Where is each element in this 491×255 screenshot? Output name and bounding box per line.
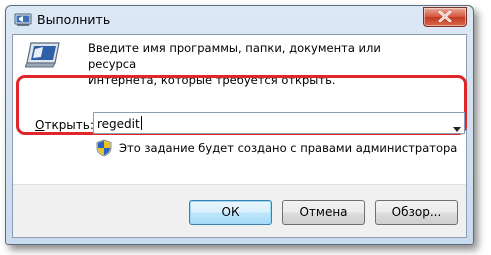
open-input[interactable]: regedit (97, 116, 142, 131)
cancel-button[interactable]: Отмена (282, 200, 365, 225)
window-title: Выполнить (37, 12, 111, 27)
close-button[interactable] (423, 7, 467, 27)
close-icon (438, 11, 452, 22)
open-label-rest: ткрыть: (44, 118, 94, 132)
browse-button[interactable]: Обзор... (375, 200, 458, 225)
text-caret (140, 116, 142, 130)
open-label: Открыть: (35, 118, 94, 132)
open-combobox[interactable]: regedit (93, 112, 465, 134)
ok-button[interactable]: ОК (189, 200, 272, 225)
run-dialog: Выполнить Введите имя программы, папки, … (5, 5, 474, 245)
description-line-1: Введите имя программы, папки, документа … (88, 41, 381, 71)
admin-note: Это задание будет создано с правами адми… (119, 141, 458, 155)
uac-shield-icon (96, 139, 112, 160)
chevron-down-icon[interactable] (453, 121, 461, 135)
run-icon (24, 39, 63, 74)
open-input-value: regedit (97, 117, 140, 131)
title-bar[interactable]: Выполнить (6, 6, 473, 34)
run-icon (14, 13, 32, 27)
